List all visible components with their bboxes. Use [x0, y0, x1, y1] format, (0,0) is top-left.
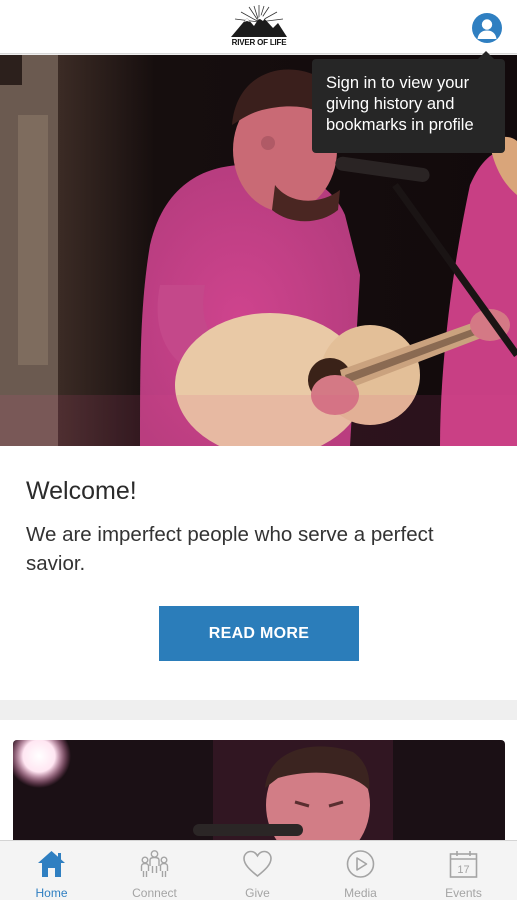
tab-label: Home	[35, 886, 68, 900]
profile-button[interactable]	[472, 13, 502, 43]
heart-icon	[243, 850, 272, 878]
tab-label: Events	[445, 886, 482, 900]
media-card[interactable]	[0, 720, 517, 840]
tab-give[interactable]: Give	[206, 841, 309, 900]
calendar-day-text: 17	[457, 864, 469, 876]
bottom-tab-bar: Home Connect Give Media 17 Events	[0, 840, 517, 900]
tab-connect[interactable]: Connect	[103, 841, 206, 900]
media-thumbnail[interactable]	[13, 740, 505, 840]
people-icon	[140, 850, 169, 877]
church-logo: RIVER OF LIFE	[227, 4, 291, 50]
play-icon	[346, 850, 375, 878]
sign-in-tooltip: Sign in to view your giving history and …	[312, 51, 505, 153]
app-header: RIVER OF LIFE	[0, 0, 517, 54]
card-body: We are imperfect people who serve a perf…	[26, 523, 434, 575]
tab-label: Connect	[132, 886, 177, 900]
logo-text: RIVER OF LIFE	[231, 38, 287, 47]
card-title: Welcome!	[26, 477, 137, 505]
tab-label: Media	[344, 886, 377, 900]
tab-home[interactable]: Home	[0, 841, 103, 900]
singer-photo	[13, 740, 505, 840]
user-avatar-icon	[477, 19, 497, 39]
home-icon	[38, 851, 65, 877]
tab-events[interactable]: 17 Events	[412, 841, 515, 900]
tab-media[interactable]: Media	[309, 841, 412, 900]
mountain-logo-icon	[231, 5, 287, 37]
content-feed[interactable]: Welcome! We are imperfect people who ser…	[0, 55, 517, 840]
calendar-icon: 17	[449, 851, 478, 878]
read-more-button[interactable]: READ MORE	[159, 606, 359, 661]
tab-label: Give	[245, 886, 270, 900]
